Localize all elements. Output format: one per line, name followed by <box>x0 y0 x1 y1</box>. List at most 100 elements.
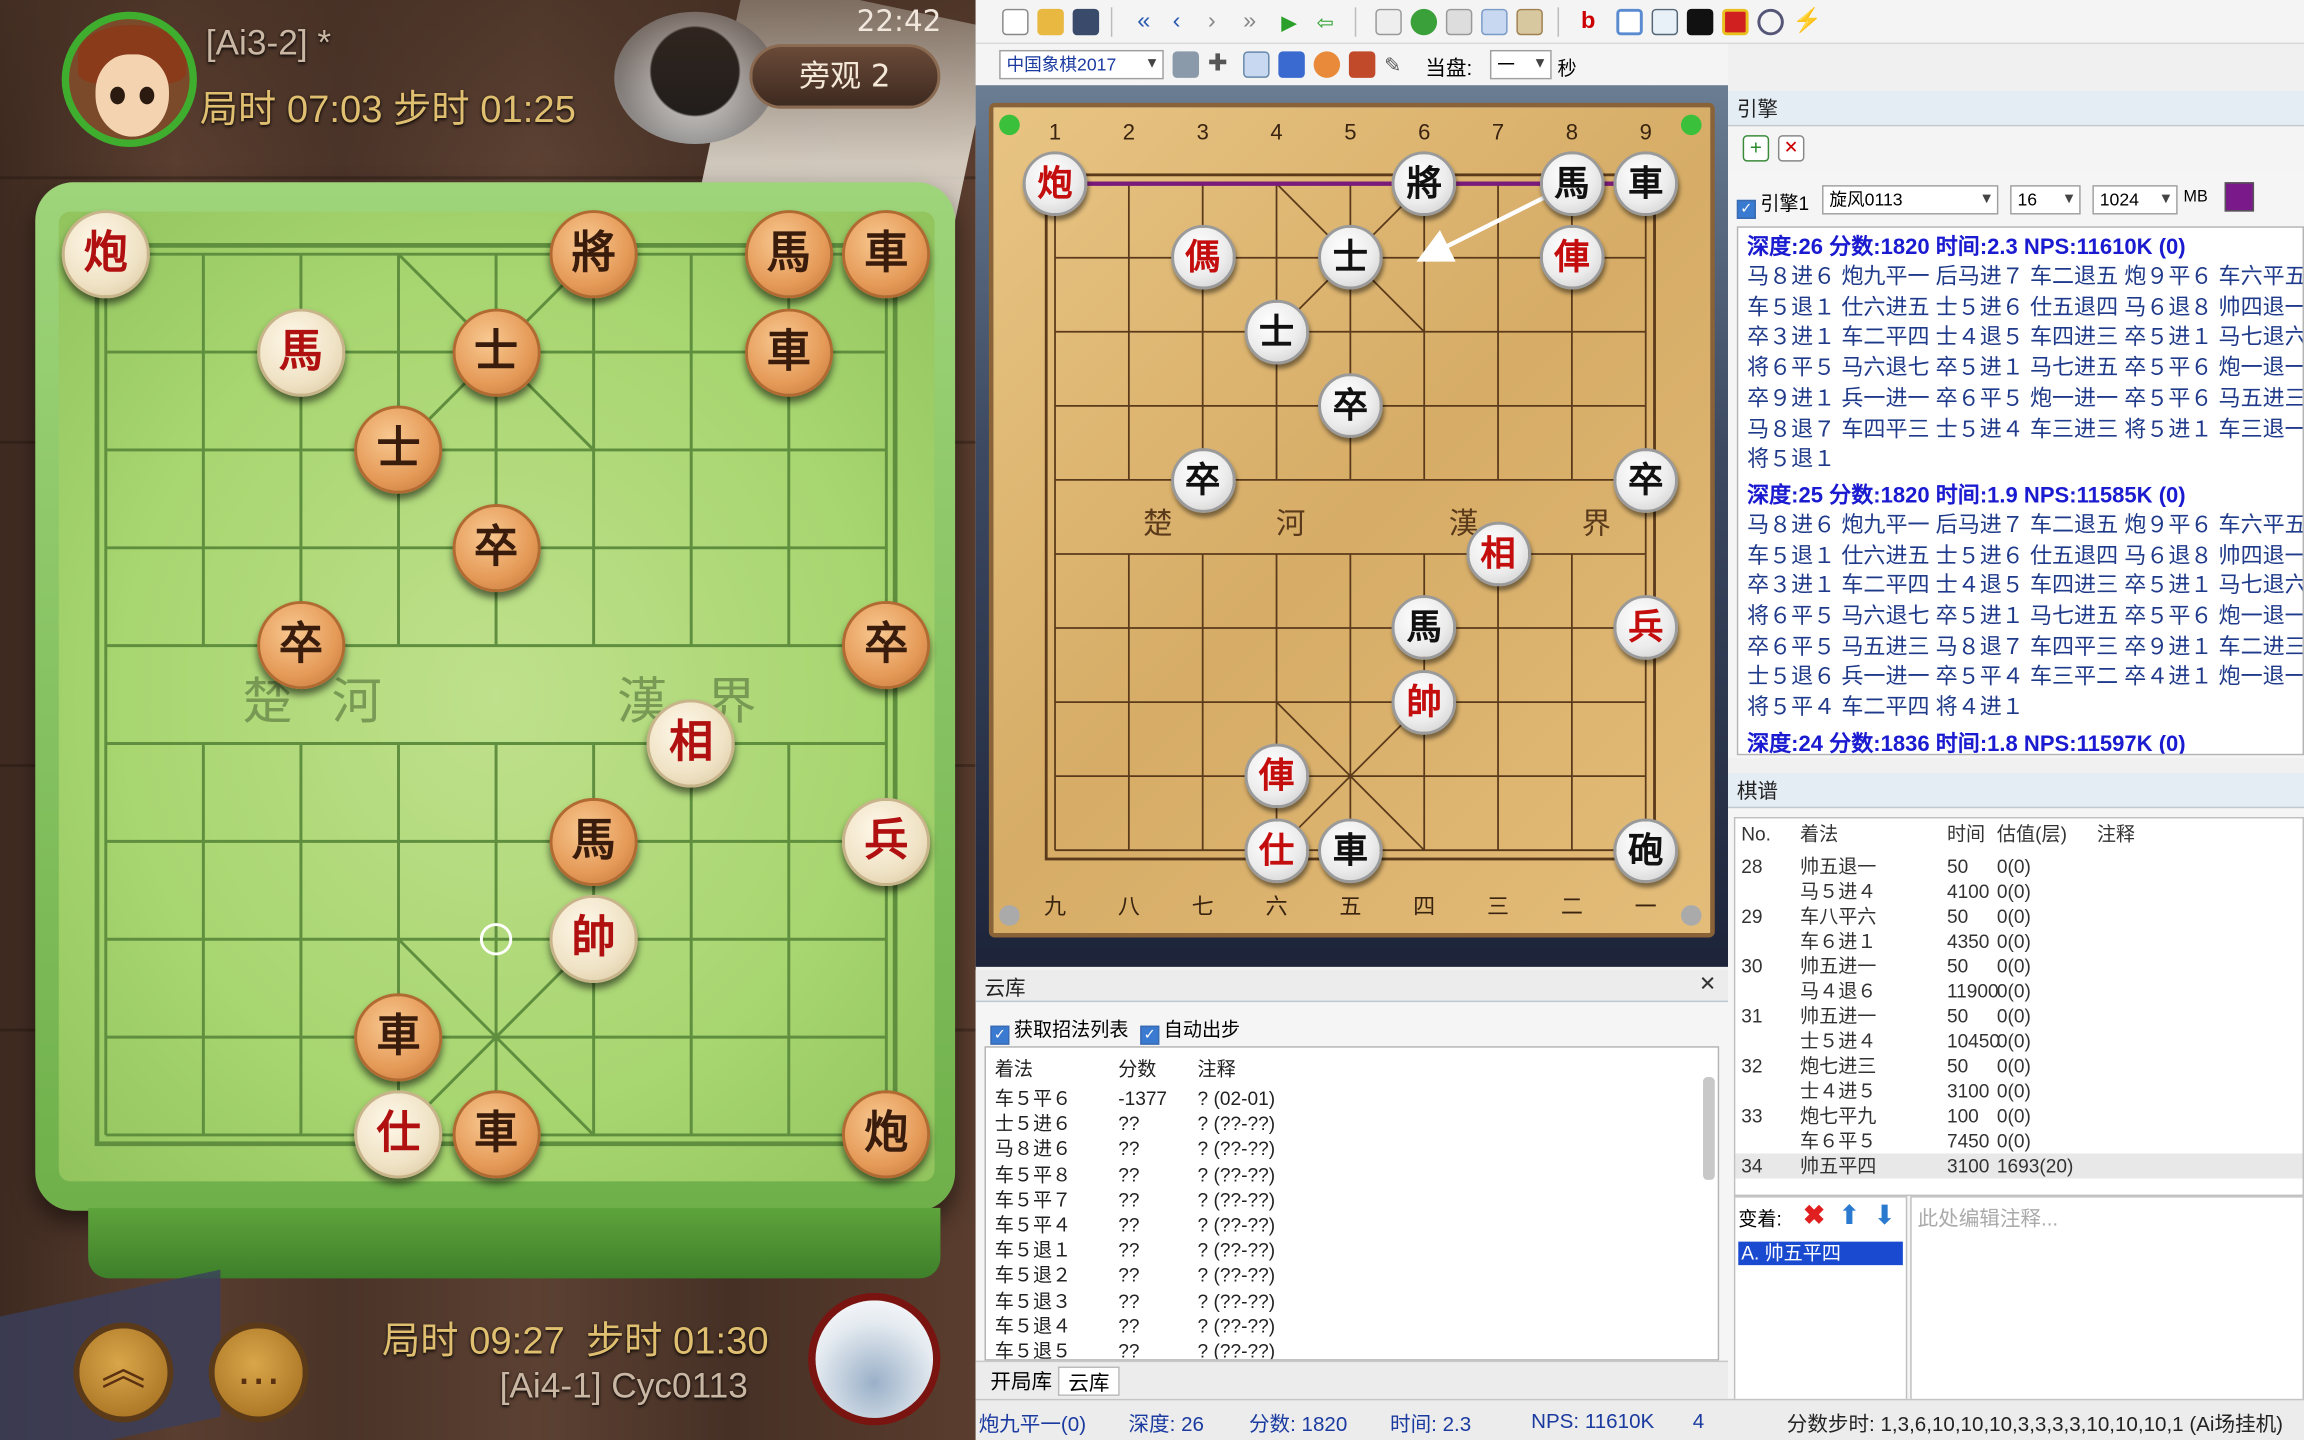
delete-icon[interactable]: ✖ <box>1803 1200 1825 1231</box>
record-cell: 炮七平九 <box>1800 1104 1877 1128</box>
game-piece[interactable]: 車 <box>451 1090 541 1180</box>
engine-hash-select[interactable]: 1024 ▼ <box>2092 185 2178 215</box>
game-piece[interactable]: 相 <box>647 699 736 788</box>
file-number-bottom: 八 <box>1117 894 1140 920</box>
analysis-piece[interactable]: 仕 <box>1244 817 1309 883</box>
analysis-river-left: 楚 河 <box>1143 505 1353 541</box>
arrow-up-icon[interactable]: ⬆ <box>1838 1200 1860 1231</box>
expand-button[interactable]: ︽ <box>73 1322 174 1423</box>
tab-cloud[interactable]: 云库 <box>1057 1366 1120 1396</box>
file-number-top: 7 <box>1491 120 1505 146</box>
engine-color-swatch[interactable] <box>2224 182 2255 212</box>
record-column-header: 估值(层) <box>1996 822 2067 845</box>
analysis-piece[interactable]: 馬 <box>1539 151 1605 217</box>
cloud-scrollbar[interactable] <box>1703 1077 1715 1180</box>
record-row[interactable]: 29 车八平六 50 0(0) <box>1735 904 2302 929</box>
game-piece[interactable]: 炮 <box>61 210 150 299</box>
game-piece[interactable]: 將 <box>549 210 638 299</box>
analysis-piece[interactable]: 卒 <box>1613 447 1679 513</box>
fetch-moves-checkbox[interactable]: ✓ 获取招法列表 <box>990 1014 1129 1045</box>
magnifier-icon[interactable] <box>1757 8 1784 36</box>
record-row[interactable]: 士５进４ 10450 0(0) <box>1735 1029 2302 1054</box>
tab-opening-book[interactable]: 开局库 <box>982 1367 1061 1396</box>
record-row[interactable]: 32 炮七进三 50 0(0) <box>1735 1054 2302 1079</box>
record-row[interactable]: 30 帅五进一 50 0(0) <box>1735 954 2302 979</box>
engine-enable-checkbox[interactable]: ✓ 引擎1 <box>1736 188 1809 219</box>
cloud-cell: ? (02-01) <box>1197 1087 1276 1110</box>
record-row[interactable]: 31 帅五进一 50 0(0) <box>1735 1004 2302 1029</box>
cloud-row[interactable]: 车５平７?? ? (??-??) <box>986 1187 1691 1212</box>
game-piece[interactable]: 馬 <box>256 307 346 397</box>
engine-name-select[interactable]: 旋风0113 ▼ <box>1822 185 1999 215</box>
analysis-piece[interactable]: 車 <box>1318 817 1383 883</box>
auto-move-checkbox[interactable]: ✓ 自动出步 <box>1140 1014 1240 1045</box>
bottom-player-avatar[interactable] <box>808 1293 941 1426</box>
game-piece[interactable]: 車 <box>744 307 833 397</box>
engine-threads-select[interactable]: 16 ▼ <box>2010 185 2081 215</box>
record-cell: 0(0) <box>1996 880 2031 903</box>
record-cell: 100 <box>1946 1104 1979 1128</box>
game-piece[interactable]: 馬 <box>744 210 833 299</box>
record-cell: 车６平５ <box>1800 1129 1877 1153</box>
cloud-cell: 车５退４ <box>994 1314 1072 1337</box>
engine-panel: 引擎 + ✕ ✓ 引擎1 旋风0113 ▼ 16 ▼ 1024 ▼ MB 深度:26 分… <box>1728 91 2304 759</box>
record-cell: 士４进５ <box>1800 1080 1877 1103</box>
cloud-panel: 云库 ✕ ✓ 获取招法列表 ✓ 自动出步 着法 分数 注释 车５平６ -1377 ? (02-… <box>975 969 1729 1399</box>
cloud-row[interactable]: 士５进６?? ? (??-??) <box>986 1111 1691 1136</box>
game-piece[interactable]: 卒 <box>451 503 541 592</box>
game-piece[interactable]: 士 <box>354 405 443 494</box>
game-piece[interactable]: 帥 <box>549 895 638 984</box>
analysis-piece[interactable]: 砲 <box>1613 817 1679 883</box>
analysis-piece[interactable]: 帥 <box>1391 669 1457 735</box>
close-icon[interactable]: ✕ <box>1699 971 1716 996</box>
cloud-row[interactable]: 车５退４?? ? (??-??) <box>986 1313 1691 1338</box>
add-engine-icon[interactable]: + <box>1742 135 1770 162</box>
cloud-cell: 车５退１ <box>994 1238 1072 1262</box>
game-piece[interactable]: 士 <box>451 307 541 397</box>
remove-engine-icon[interactable]: ✕ <box>1777 135 1805 162</box>
lightning-icon[interactable]: ⚡ <box>1793 9 1822 35</box>
cloud-cell: ?? <box>1118 1238 1140 1262</box>
record-row[interactable]: 马５进４ 4100 0(0) <box>1735 879 2302 904</box>
record-row[interactable]: 车６进１ 4350 0(0) <box>1735 929 2302 954</box>
file-number-bottom: 六 <box>1265 894 1288 920</box>
record-row[interactable]: 33 炮七平九 100 0(0) <box>1735 1104 2302 1129</box>
cloud-row[interactable]: 车５平８?? ? (??-??) <box>986 1162 1691 1187</box>
analysis-piece[interactable]: 士 <box>1244 299 1309 365</box>
analysis-piece[interactable]: 將 <box>1391 151 1457 217</box>
engine-output[interactable]: 深度:26 分数:1820 时间:2.3 NPS:11610K (0) 马８进６ … <box>1736 226 2304 756</box>
record-row[interactable]: 马４退６ 11900 0(0) <box>1735 979 2302 1004</box>
arrow-down-icon[interactable]: ⬇ <box>1873 1200 1895 1231</box>
analysis-piece[interactable]: 卒 <box>1170 447 1236 513</box>
cloud-row[interactable]: 车５平４?? ? (??-??) <box>986 1212 1691 1237</box>
game-piece[interactable]: 卒 <box>256 601 346 690</box>
record-row[interactable]: 28 帅五退一 50 0(0) <box>1735 854 2302 879</box>
analysis-piece[interactable]: 相 <box>1465 521 1531 587</box>
record-row[interactable]: 车６平５ 7450 0(0) <box>1735 1128 2302 1153</box>
game-piece[interactable]: 兵 <box>842 797 931 886</box>
analysis-piece[interactable]: 車 <box>1613 151 1679 217</box>
cloud-row[interactable]: 马８进６?? ? (??-??) <box>986 1136 1691 1161</box>
cloud-row[interactable]: 车５退５?? ? (??-??) <box>986 1339 1691 1359</box>
chat-button[interactable]: … <box>208 1322 309 1423</box>
analysis-piece[interactable]: 俥 <box>1244 743 1309 809</box>
game-piece[interactable]: 車 <box>354 993 443 1082</box>
status-count: 4 <box>1692 1409 1705 1433</box>
engine-tools: + ✕ <box>1728 126 2304 171</box>
cloud-row[interactable]: 车５退２?? ? (??-??) <box>986 1263 1691 1288</box>
cloud-cell: 士５进６ <box>994 1112 1072 1135</box>
variation-item[interactable]: A. 帅五平四 <box>1738 1241 1903 1266</box>
record-row[interactable]: 士４进５ 3100 0(0) <box>1735 1079 2302 1104</box>
analysis-piece[interactable]: 炮 <box>1022 151 1088 217</box>
game-piece[interactable]: 馬 <box>549 797 638 886</box>
cloud-row[interactable]: 车５退３?? ? (??-??) <box>986 1288 1691 1313</box>
analysis-piece[interactable]: 卒 <box>1318 373 1383 439</box>
analysis-piece[interactable]: 傌 <box>1170 225 1236 291</box>
file-number-bottom: 三 <box>1486 894 1510 920</box>
analysis-piece[interactable]: 俥 <box>1539 225 1605 291</box>
cloud-row[interactable]: 车５退１?? ? (??-??) <box>986 1238 1691 1263</box>
cloud-row[interactable]: 车５平６ -1377 ? (02-01) <box>986 1086 1691 1111</box>
corner-green-tl <box>999 114 1020 136</box>
record-row[interactable]: 34 帅五平四 3100 1693(20) <box>1735 1153 2303 1179</box>
game-piece[interactable]: 車 <box>842 210 931 299</box>
